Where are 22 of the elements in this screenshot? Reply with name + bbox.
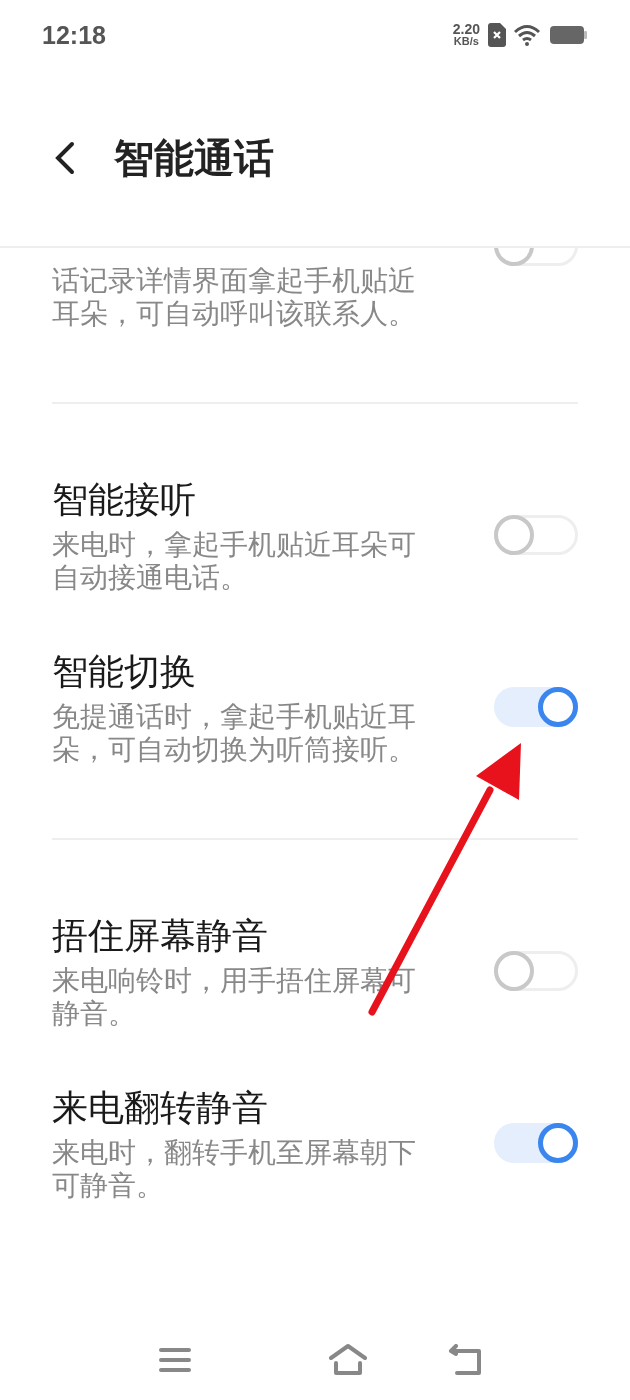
page-title: 智能通话 bbox=[114, 133, 274, 183]
wifi-icon bbox=[514, 24, 542, 46]
setting-title: 捂住屏幕静音 bbox=[52, 914, 269, 958]
setting-description: 话记录详情界面拿起手机贴近耳朵，可自动呼叫该联系人。 bbox=[52, 264, 417, 330]
setting-description: 来电时，翻转手机至屏幕朝下可静音。 bbox=[52, 1136, 417, 1202]
setting-description: 免提通话时，拿起手机贴近耳朵，可自动切换为听筒接听。 bbox=[52, 700, 417, 766]
menu-icon[interactable] bbox=[158, 1347, 192, 1373]
back-nav-icon[interactable] bbox=[448, 1344, 484, 1376]
status-time: 12:18 bbox=[42, 20, 106, 50]
home-icon[interactable] bbox=[328, 1344, 368, 1376]
battery-icon bbox=[550, 24, 588, 46]
toggle-switch[interactable] bbox=[494, 515, 578, 555]
network-speed-unit: KB/s bbox=[453, 35, 479, 47]
setting-description: 来电时，拿起手机贴近耳朵可自动接通电话。 bbox=[52, 528, 417, 594]
sim-card-icon bbox=[488, 23, 506, 47]
toggle-switch[interactable] bbox=[494, 687, 578, 727]
network-speed: 2.20 bbox=[452, 23, 480, 35]
setting-title: 来电翻转静音 bbox=[52, 1086, 269, 1130]
toggle-switch[interactable] bbox=[494, 1123, 578, 1163]
toggle-switch[interactable] bbox=[494, 951, 578, 991]
setting-title: 智能切换 bbox=[52, 650, 197, 694]
setting-title: 智能接听 bbox=[52, 478, 197, 522]
